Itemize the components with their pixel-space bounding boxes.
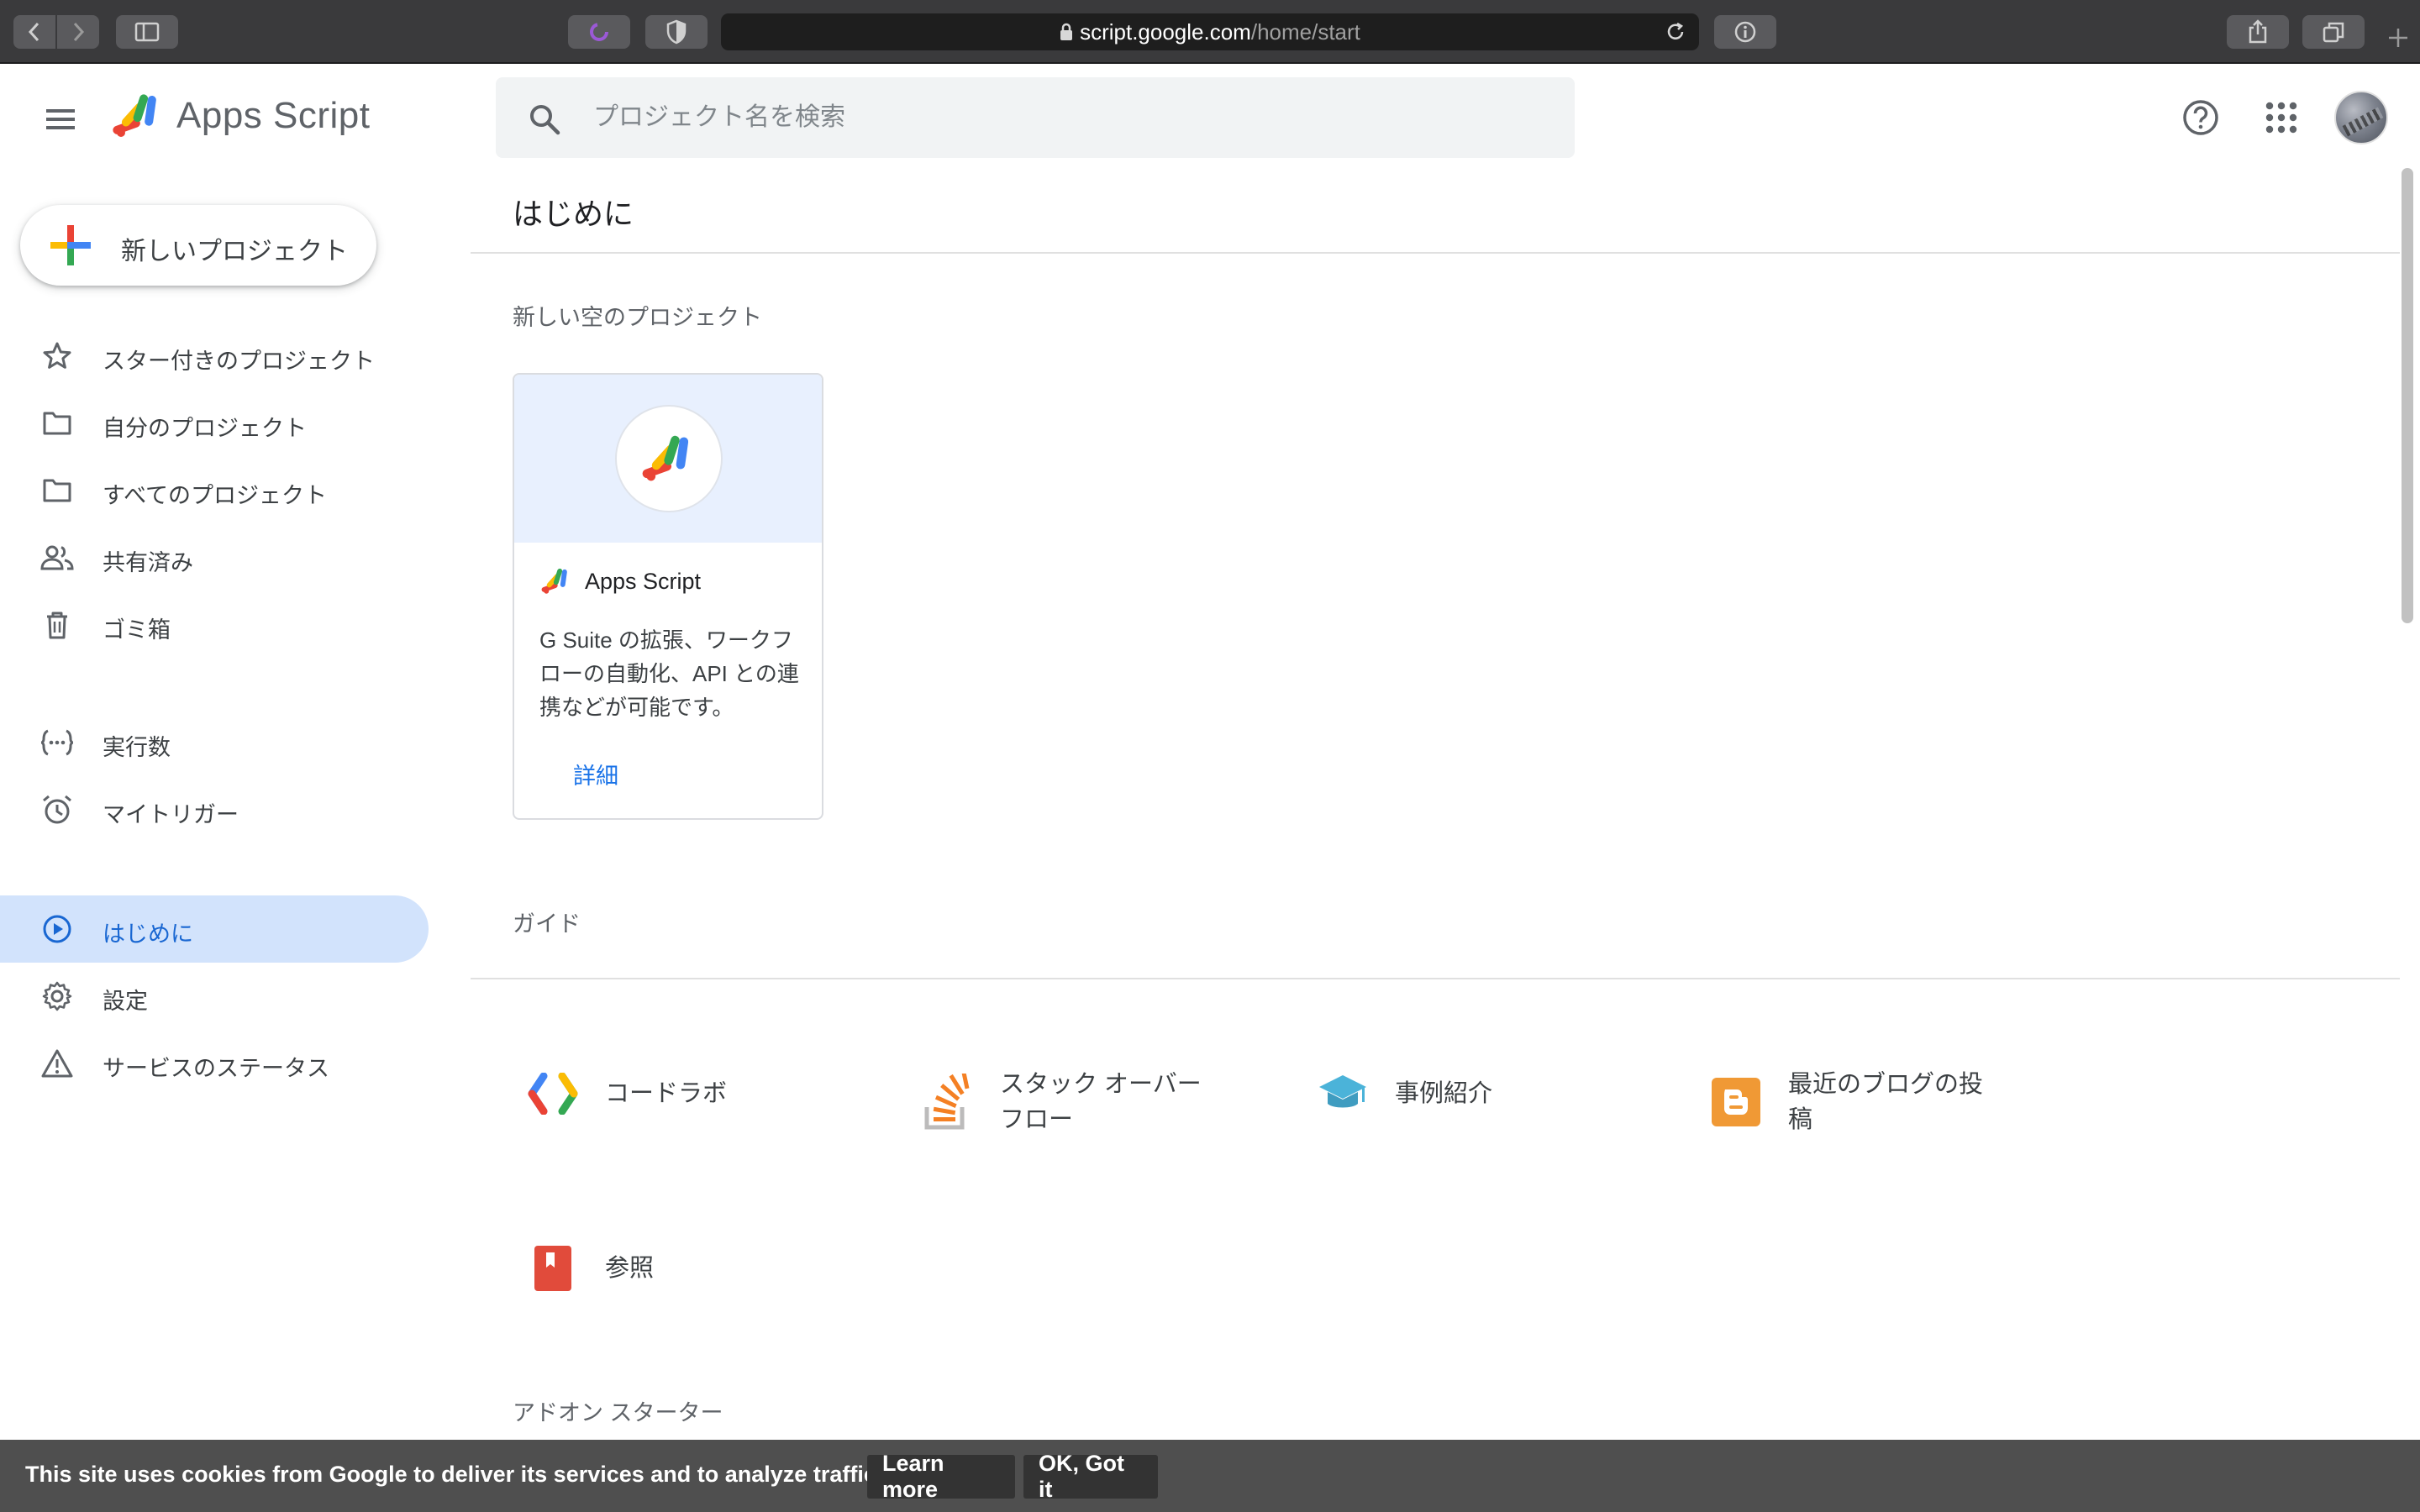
new-tab-icon[interactable]	[2381, 20, 2415, 54]
sidebar-item-label: マイトリガー	[103, 802, 239, 827]
sidebar-item-label: 設定	[103, 989, 148, 1014]
share-icon[interactable]	[2227, 15, 2289, 49]
sidebar-item-executions[interactable]: 実行数	[0, 709, 429, 776]
help-icon	[2183, 100, 2218, 135]
folder-icon	[40, 407, 74, 440]
url-host: script.google.com	[1080, 18, 1251, 45]
sidebar-item-label: 自分のプロジェクト	[103, 416, 307, 441]
divider	[471, 252, 2400, 254]
apps-script-logo[interactable]: Apps Script	[109, 91, 370, 141]
privacy-shield-icon[interactable]	[645, 15, 708, 49]
address-bar[interactable]: script.google.com/home/start	[721, 13, 1699, 50]
google-apps-button[interactable]	[2258, 94, 2305, 141]
guide-label: 参照	[605, 1255, 655, 1282]
warning-icon	[40, 1047, 74, 1080]
card-description: G Suite の拡張、ワークフローの自動化、API との連携などが可能です。	[539, 627, 799, 720]
guide-label: コードラボ	[605, 1080, 728, 1107]
sidebar-item-label: はじめに	[103, 921, 193, 947]
sidebar-item-shared[interactable]: 共有済み	[0, 524, 429, 591]
page-title: はじめに	[513, 197, 634, 231]
section-title-guides: ガイド	[513, 911, 581, 937]
section-title-new-blank: 新しい空のプロジェクト	[513, 305, 762, 330]
apps-script-logo-icon	[113, 94, 156, 137]
app-name: Apps Script	[176, 95, 371, 136]
lock-icon	[1060, 23, 1073, 40]
gear-icon	[40, 979, 74, 1013]
blank-project-card[interactable]: Apps Script G Suite の拡張、ワークフローの自動化、API と…	[513, 373, 823, 820]
alarm-icon	[40, 793, 74, 827]
apps-script-logo-icon	[541, 568, 567, 594]
reader-info-icon[interactable]	[1714, 15, 1776, 49]
sidebar-item-my-projects[interactable]: 自分のプロジェクト	[0, 390, 429, 457]
tabs-overview-icon[interactable]	[2302, 15, 2365, 49]
stack-overflow-icon	[921, 1074, 975, 1130]
apps-script-logo-icon	[642, 435, 689, 481]
star-icon	[40, 339, 74, 373]
sidebar-item-trash[interactable]: ゴミ箱	[0, 591, 429, 659]
guide-case-studies[interactable]: 事例紹介	[1316, 1067, 1613, 1121]
search-bar[interactable]	[496, 77, 1575, 158]
trash-icon	[40, 608, 74, 642]
cookie-banner: This site uses cookies from Google to de…	[0, 1440, 2420, 1512]
card-hero-logo	[615, 405, 723, 512]
sidebar-item-label: ゴミ箱	[103, 617, 171, 643]
card-brand-name: Apps Script	[585, 568, 702, 594]
account-avatar[interactable]	[2334, 91, 2388, 144]
blogger-icon	[1709, 1075, 1763, 1129]
url-path: /home/start	[1250, 18, 1360, 45]
plus-icon	[50, 225, 91, 265]
learn-more-button[interactable]: Learn more	[867, 1451, 1015, 1502]
sidebar-item-getting-started[interactable]: はじめに	[0, 895, 429, 963]
sidebar-item-label: サービスのステータス	[103, 1056, 329, 1081]
sidebar-toggle-button[interactable]	[116, 15, 178, 49]
codelabs-icon	[526, 1067, 580, 1121]
sidebar-item-settings[interactable]: 設定	[0, 963, 429, 1030]
new-project-button[interactable]: 新しいプロジェクト	[20, 205, 376, 286]
search-input[interactable]	[593, 97, 1534, 138]
folder-icon	[40, 474, 74, 507]
browser-toolbar: script.google.com/home/start	[0, 0, 2420, 64]
back-button[interactable]	[13, 15, 55, 49]
reference-book-icon	[526, 1242, 580, 1295]
cookie-notice-text: This site uses cookies from Google to de…	[25, 1462, 883, 1487]
guide-codelabs[interactable]: コードラボ	[526, 1067, 823, 1121]
sidebar-item-label: 共有済み	[103, 550, 193, 575]
hamburger-icon	[46, 109, 75, 129]
sidebar-item-label: スター付きのプロジェクト	[103, 349, 375, 374]
reload-icon[interactable]	[1664, 20, 1687, 44]
card-hero[interactable]	[514, 375, 822, 543]
guide-label: 事例紹介	[1395, 1080, 1493, 1107]
section-title-addon-starters: アドオン スターター	[513, 1400, 723, 1425]
guide-stack-overflow[interactable]: スタック オーバーフロー	[921, 1067, 1218, 1137]
guide-label: 最近のブログの投稿	[1788, 1071, 1984, 1133]
scrollbar[interactable]	[2402, 168, 2413, 623]
divider	[471, 978, 2400, 979]
sidebar-item-starred[interactable]: スター付きのプロジェクト	[0, 323, 429, 390]
help-button[interactable]	[2177, 94, 2224, 141]
people-icon	[40, 541, 74, 575]
graduation-cap-icon	[1316, 1067, 1370, 1121]
forward-button[interactable]	[57, 15, 99, 49]
new-project-label: 新しいプロジェクト	[121, 238, 348, 265]
learn-more-link[interactable]: 詳細	[573, 758, 618, 790]
search-icon[interactable]	[528, 102, 561, 136]
sidebar-item-label: 実行数	[103, 735, 171, 760]
sidebar-item-all-projects[interactable]: すべてのプロジェクト	[0, 457, 429, 524]
sidebar-item-service-status[interactable]: サービスのステータス	[0, 1030, 429, 1097]
guide-label: スタック オーバーフロー	[1000, 1071, 1202, 1133]
card-brand: Apps Script	[539, 566, 701, 596]
guide-reference[interactable]: 参照	[526, 1242, 823, 1295]
guide-recent-blog-posts[interactable]: 最近のブログの投稿	[1709, 1067, 2007, 1137]
extension-icon[interactable]	[568, 15, 630, 49]
apps-grid-icon	[2265, 102, 2297, 134]
accept-cookies-button[interactable]: OK, Got it	[1023, 1451, 1158, 1502]
executions-icon	[40, 726, 74, 759]
main-menu-button[interactable]	[35, 94, 86, 144]
play-circle-icon	[40, 912, 74, 946]
sidebar-item-label: すべてのプロジェクト	[103, 483, 328, 508]
sidebar-item-my-triggers[interactable]: マイトリガー	[0, 776, 429, 843]
